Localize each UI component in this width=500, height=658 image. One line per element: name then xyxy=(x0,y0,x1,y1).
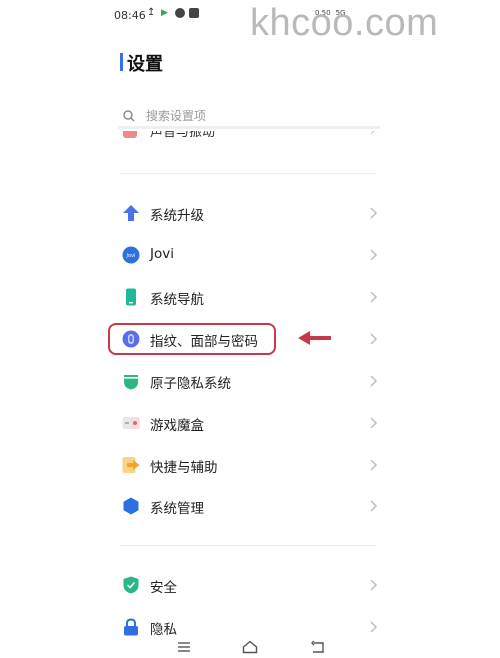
play-icon: ▶ xyxy=(161,8,168,18)
settings-item-system-navigation[interactable]: 系统导航 xyxy=(120,282,382,312)
sound-icon xyxy=(123,131,137,138)
phone-navigation-icon xyxy=(126,288,136,306)
navigation-bar xyxy=(0,636,500,658)
search-icon xyxy=(123,110,135,122)
chevron-right-icon xyxy=(370,579,378,591)
settings-item-label: 原子隐私系统 xyxy=(150,376,231,392)
chevron-right-icon xyxy=(370,207,378,219)
chevron-right-icon: › xyxy=(370,131,376,139)
chevron-right-icon xyxy=(370,291,378,303)
search-input[interactable] xyxy=(146,109,366,123)
watermark: khcoo.com xyxy=(250,2,439,44)
jovi-icon: Jovi xyxy=(122,246,140,264)
message-icon xyxy=(189,8,199,18)
search-bar[interactable] xyxy=(120,104,380,128)
settings-item-atomic-privacy[interactable]: 原子隐私系统 xyxy=(120,366,382,396)
privacy-shield-icon xyxy=(124,375,138,390)
settings-item-security[interactable]: 安全 xyxy=(120,570,382,600)
settings-item-label: 声音与振动 xyxy=(150,131,216,139)
notification-icon xyxy=(175,8,185,18)
section-divider xyxy=(120,545,376,546)
search-divider xyxy=(118,126,380,129)
settings-item-system-upgrade[interactable]: 系统升级 xyxy=(120,198,382,228)
shortcut-icon xyxy=(122,457,140,473)
chevron-right-icon xyxy=(370,500,378,512)
settings-item-label: 系统管理 xyxy=(150,501,204,517)
settings-item-label: Jovi xyxy=(150,246,174,262)
lock-icon xyxy=(124,618,138,636)
menu-icon[interactable] xyxy=(176,640,192,654)
chevron-right-icon xyxy=(370,621,378,633)
settings-item-game-box[interactable]: 游戏魔盒 xyxy=(120,408,382,438)
back-icon[interactable] xyxy=(310,640,326,654)
status-time: 08:46 xyxy=(114,9,146,22)
chevron-right-icon xyxy=(370,375,378,387)
settings-item-shortcuts-assist[interactable]: 快捷与辅助 xyxy=(120,450,382,480)
settings-item-sound[interactable]: 声音与振动 › xyxy=(120,131,380,139)
security-shield-icon xyxy=(123,576,139,594)
page-title: 设置 xyxy=(120,50,163,76)
home-icon[interactable] xyxy=(242,640,258,654)
settings-item-label: 系统导航 xyxy=(150,292,204,308)
settings-item-system-management[interactable]: 系统管理 xyxy=(120,491,382,521)
settings-item-label: 隐私 xyxy=(150,622,177,638)
upgrade-arrow-icon xyxy=(123,205,139,221)
chevron-right-icon xyxy=(370,249,378,261)
settings-item-label: 系统升级 xyxy=(150,208,204,224)
highlight-box xyxy=(108,323,276,355)
settings-item-label: 游戏魔盒 xyxy=(150,418,204,434)
svg-text:Jovi: Jovi xyxy=(126,253,136,259)
settings-item-label: 快捷与辅助 xyxy=(150,460,218,476)
red-arrow-annotation xyxy=(298,331,331,345)
chevron-right-icon xyxy=(370,333,378,345)
settings-item-label: 安全 xyxy=(150,580,177,596)
upload-icon: ↥ xyxy=(147,7,156,18)
settings-item-jovi[interactable]: Jovi Jovi xyxy=(120,240,382,270)
system-management-icon xyxy=(123,497,139,515)
chevron-right-icon xyxy=(370,417,378,429)
status-notification-icons: ↥ ▶ xyxy=(147,8,199,18)
section-divider xyxy=(120,173,376,174)
chevron-right-icon xyxy=(370,459,378,471)
game-box-icon xyxy=(122,417,140,429)
